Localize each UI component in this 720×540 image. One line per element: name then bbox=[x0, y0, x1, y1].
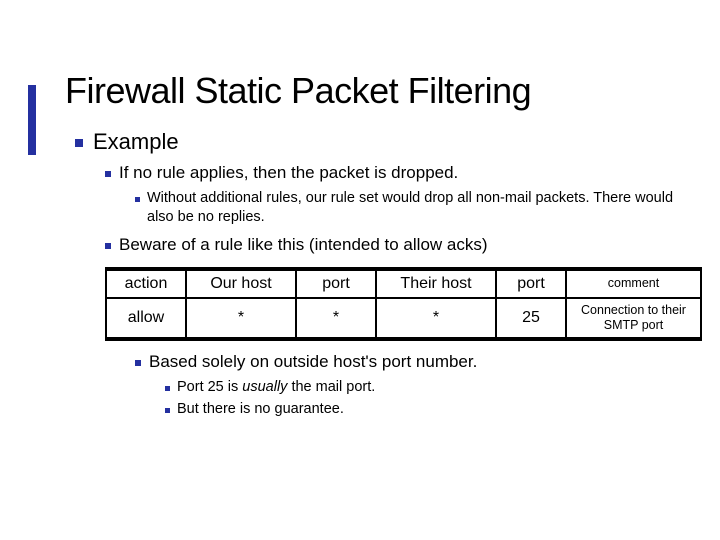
bullet-icon bbox=[165, 408, 170, 413]
bullet-level-3: Without additional rules, our rule set w… bbox=[105, 189, 680, 228]
firewall-rule-table: action Our host port Their host port com… bbox=[105, 267, 702, 341]
cell-port1: * bbox=[296, 298, 376, 339]
slide-title: Firewall Static Packet Filtering bbox=[65, 70, 680, 112]
bullet-text: But there is no guarantee. bbox=[177, 400, 680, 420]
text-fragment: the mail port. bbox=[287, 379, 375, 395]
table-header-row: action Our host port Their host port com… bbox=[106, 269, 701, 298]
bullet-text: Based solely on outside host's port numb… bbox=[149, 351, 680, 374]
bullet-icon bbox=[75, 139, 83, 147]
bullet-icon bbox=[135, 197, 140, 202]
text-fragment: Port 25 is bbox=[177, 379, 242, 395]
table-row: allow * * * 25 Connection to their SMTP … bbox=[106, 298, 701, 339]
bullet-text: Without additional rules, our rule set w… bbox=[147, 189, 680, 228]
bullet-level-1: Example If no rule applies, then the pac… bbox=[65, 127, 680, 257]
bullet-text: Example bbox=[93, 127, 680, 158]
bullet-level-3: Port 25 is usually the mail port. But th… bbox=[135, 378, 680, 420]
bullet-icon bbox=[105, 171, 111, 177]
bullet-icon bbox=[165, 386, 170, 391]
cell-port2: 25 bbox=[496, 298, 566, 339]
col-ourhost: Our host bbox=[186, 269, 296, 298]
slide: Firewall Static Packet Filtering Example… bbox=[0, 0, 720, 540]
col-theirhost: Their host bbox=[376, 269, 496, 298]
bullet-level-2-after: Based solely on outside host's port numb… bbox=[65, 351, 680, 420]
bullet-text: Port 25 is usually the mail port. bbox=[177, 378, 680, 398]
cell-ourhost: * bbox=[186, 298, 296, 339]
col-port1: port bbox=[296, 269, 376, 298]
bullet-text: If no rule applies, then the packet is d… bbox=[119, 162, 680, 185]
text-emphasis: usually bbox=[242, 379, 287, 395]
bullet-icon bbox=[105, 243, 111, 249]
bullet-icon bbox=[135, 360, 141, 366]
cell-action: allow bbox=[106, 298, 186, 339]
cell-comment: Connection to their SMTP port bbox=[566, 298, 701, 339]
col-action: action bbox=[106, 269, 186, 298]
bullet-level-2: If no rule applies, then the packet is d… bbox=[75, 162, 680, 257]
accent-bar bbox=[28, 85, 36, 155]
cell-theirhost: * bbox=[376, 298, 496, 339]
col-port2: port bbox=[496, 269, 566, 298]
col-comment: comment bbox=[566, 269, 701, 298]
bullet-text: Beware of a rule like this (intended to … bbox=[119, 234, 680, 257]
